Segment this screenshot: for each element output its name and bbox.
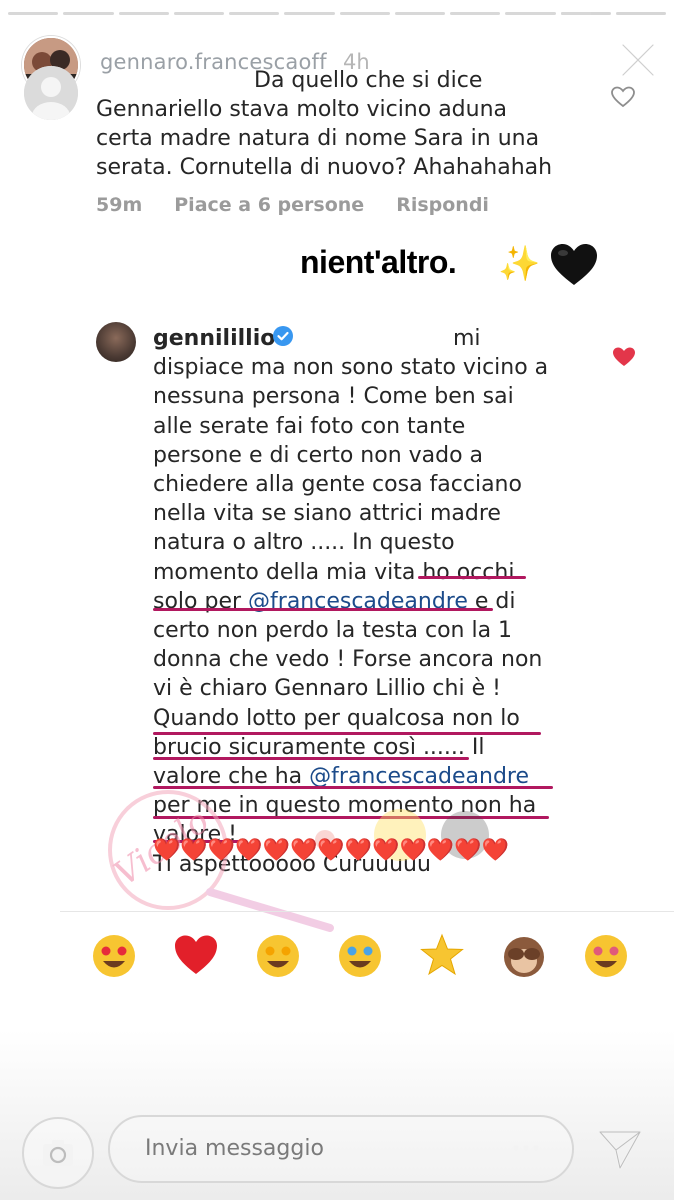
reply-line: natura o altro ..... In questo [153, 530, 455, 556]
comment-text: Da quello che si dice Gennariello stava … [96, 66, 596, 182]
camera-icon [43, 1140, 73, 1166]
hearts-emoji-row: ❤️❤️❤️❤️❤️❤️❤️❤️❤️❤️❤️❤️❤️ [153, 838, 510, 863]
glowing-star-reaction-button[interactable] [418, 932, 466, 980]
reply-line-mention: solo per @francescadeandre e di [153, 588, 516, 614]
reply-line: chiedere alla gente cosa facciano [153, 472, 522, 498]
star-struck-icon [257, 935, 299, 977]
progress-segment-fill [173, 12, 224, 15]
highlight-underline [153, 757, 469, 760]
heart-eyes-icon [93, 935, 135, 977]
comment-line: certa madre natura di nome Sara in una [96, 126, 540, 151]
reply-line: mi [453, 326, 481, 351]
default-avatar-icon [24, 66, 78, 120]
star-struck-reaction-button[interactable] [254, 932, 302, 980]
highlight-underline [153, 732, 541, 735]
tears-of-joy-icon [339, 935, 381, 977]
progress-segment [505, 12, 556, 15]
comment-line: Da quello che si dice [254, 68, 483, 93]
more-dots-icon [513, 1145, 539, 1151]
more-options-button[interactable] [506, 1136, 546, 1160]
tears-of-joy-reaction-button[interactable] [336, 932, 384, 980]
reply-link[interactable]: Rispondi [396, 194, 489, 216]
highlight-underline [418, 576, 526, 579]
comment-meta: 59m Piace a 6 persone Rispondi [96, 194, 489, 216]
progress-segment [394, 12, 445, 15]
heart-filled-icon [613, 347, 635, 366]
red-heart-icon [175, 935, 217, 974]
progress-segment-fill [284, 12, 335, 15]
send-button[interactable] [596, 1126, 644, 1172]
reply-line: nessuna persona ! Come ben sai [153, 384, 514, 410]
reply-line: donna che vedo ! Forse ancora non [153, 647, 543, 673]
reply-line: certo non perdo la testa con la 1 [153, 618, 513, 644]
close-icon [621, 43, 655, 77]
zany-face-icon [585, 935, 627, 977]
progress-segment [173, 12, 224, 15]
highlight-underline [153, 608, 493, 611]
story-progress-bar [8, 12, 666, 16]
progress-segment-fill [505, 12, 556, 15]
progress-segment [615, 12, 666, 15]
progress-segment [118, 12, 169, 15]
reply-line: momento della mia vita ho occhi [153, 559, 515, 585]
progress-segment [560, 12, 611, 15]
progress-segment-fill [8, 12, 59, 15]
message-input-placeholder: Invia messaggio [145, 1136, 324, 1161]
see-no-evil-monkey-icon [504, 937, 544, 977]
reply-line: nella vita se siano attrici madre [153, 501, 501, 527]
comment-line: Gennariello stava molto vicino aduna [96, 97, 508, 122]
progress-segment-fill [229, 12, 280, 15]
progress-segment [8, 12, 59, 15]
reply-line: persone e di certo non vado a [153, 442, 484, 468]
zany-face-reaction-button[interactable] [582, 932, 630, 980]
progress-segment [229, 12, 280, 15]
see-no-evil-monkey-reaction-button[interactable] [500, 932, 548, 980]
glowing-star-icon [420, 933, 464, 976]
likes-count-link[interactable]: Piace a 6 persone [174, 194, 364, 216]
progress-segment [339, 12, 390, 15]
heart-eyes-reaction-button[interactable] [90, 932, 138, 980]
verified-badge-icon [272, 325, 294, 347]
close-button[interactable] [618, 40, 658, 80]
progress-segment-fill [450, 12, 501, 15]
reactions-divider [60, 911, 674, 912]
like-comment-button[interactable] [611, 86, 635, 108]
progress-segment [450, 12, 501, 15]
comment-avatar[interactable] [24, 66, 78, 120]
quick-reactions-bar [90, 932, 670, 988]
progress-segment [63, 12, 114, 15]
reply-line: alle serate fai foto con tante [153, 413, 466, 439]
reply-line: dispiace ma non sono stato vicino a [153, 355, 549, 381]
sparkles-icon: ✨ [498, 244, 541, 284]
reply-author-username[interactable]: gennilillio [153, 326, 275, 351]
camera-button[interactable] [22, 1117, 94, 1189]
paper-plane-icon [598, 1130, 642, 1170]
heart-outline-icon [611, 86, 635, 108]
progress-segment-fill [63, 12, 114, 15]
reply-author-avatar[interactable] [96, 322, 136, 362]
progress-segment [284, 12, 335, 15]
reply-line: vi è chiaro Gennaro Lillio chi è ! [153, 676, 501, 702]
black-heart-icon [549, 242, 599, 288]
reply-line: Quando lotto per qualcosa non lo [153, 705, 520, 731]
comment-line: serata. Cornutella di nuovo? Ahahahahah [96, 155, 553, 180]
progress-segment-fill [339, 12, 390, 15]
red-heart-reaction-button[interactable] [172, 932, 220, 980]
progress-segment-fill [560, 12, 591, 15]
progress-segment-fill [394, 12, 445, 15]
comment-age: 59m [96, 194, 143, 216]
story-text-overlay: nient'altro. [300, 244, 457, 280]
liked-comment-button[interactable] [612, 346, 636, 368]
progress-segment-fill [118, 12, 169, 15]
